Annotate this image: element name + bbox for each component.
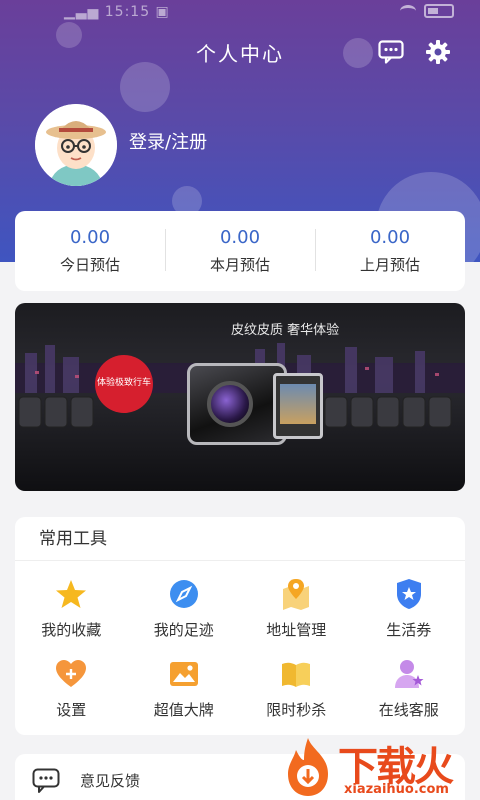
stat-value: 0.00 [69,227,111,248]
status-bar: ▁▃▅ 15:15 ▣ [0,0,480,26]
feedback-label: 意见反馈 [80,772,141,790]
earnings-stats-card: 0.00 今日预估 0.00 本月预估 0.00 上月预估 [15,211,465,291]
stat-today[interactable]: 0.00 今日预估 [15,211,165,291]
tool-label: 在线客服 [378,701,439,719]
status-bar-right [400,4,454,18]
stat-label: 上月预估 [359,256,420,274]
banner-slogan: 皮纹皮质 奢华体验 [231,323,340,338]
avatar[interactable] [35,104,117,186]
heart-plus-icon [56,660,87,687]
picture-icon [169,662,198,686]
book-icon [282,662,311,687]
map-icon [283,579,310,610]
tool-flash-sale[interactable]: 限时秒杀 [240,645,353,725]
wifi-icon [400,5,416,17]
stat-this-month[interactable]: 0.00 本月预估 [165,211,315,291]
stat-last-month[interactable]: 0.00 上月预估 [315,211,465,291]
banner-badge: 体验极致行车 [95,355,153,413]
tool-address[interactable]: 地址管理 [240,565,353,645]
tool-label: 限时秒杀 [266,701,327,719]
tool-label: 我的收藏 [41,621,102,639]
compass-icon [169,580,198,608]
login-register-link[interactable]: 登录/注册 [129,128,207,154]
stat-value: 0.00 [369,227,411,248]
tool-settings[interactable]: 设置 [15,645,128,725]
section-title: 常用工具 [15,517,465,561]
chat-icon [32,768,60,793]
gear-icon[interactable] [425,39,451,65]
watermark: 下载火 xiazaihuo.com [282,732,480,800]
stat-label: 本月预估 [209,256,270,274]
avatar-illustration [35,104,117,186]
promo-banner[interactable]: 皮纹皮质 奢华体验 体验极致行车 [15,303,465,491]
stat-value: 0.00 [219,227,261,248]
tool-label: 超值大牌 [153,701,214,719]
tool-label: 地址管理 [266,621,327,639]
dashcam-lens-image [207,381,253,427]
stat-label: 今日预估 [59,256,120,274]
tool-coupons[interactable]: 生活券 [353,565,466,645]
tool-customer-service[interactable]: 在线客服 [353,645,466,725]
tool-grid: 我的收藏 我的足迹 地址管理 生活券 设置 超值大牌 限时秒杀 在线客服 [15,561,465,725]
tool-label: 设置 [56,701,87,719]
page-title: 个人中心 [196,42,284,66]
tool-favorites[interactable]: 我的收藏 [15,565,128,645]
status-bar-left: ▁▃▅ 15:15 ▣ [64,4,170,20]
decor-bubble [120,62,170,112]
tool-label: 生活券 [386,621,432,639]
flame-logo-icon [288,738,328,796]
message-icon[interactable] [378,40,404,64]
star-icon [56,580,87,608]
tool-footprints[interactable]: 我的足迹 [128,565,241,645]
tool-big-brands[interactable]: 超值大牌 [128,645,241,725]
dashcam-screen-image [273,373,323,439]
tool-label: 我的足迹 [153,621,214,639]
common-tools-card: 常用工具 我的收藏 我的足迹 地址管理 生活券 设置 超值大牌 限时秒杀 在线客… [15,517,465,735]
watermark-url: xiazaihuo.com [344,782,449,797]
battery-icon [424,4,454,18]
ticket-icon [396,579,421,609]
customer-service-icon [394,660,424,688]
